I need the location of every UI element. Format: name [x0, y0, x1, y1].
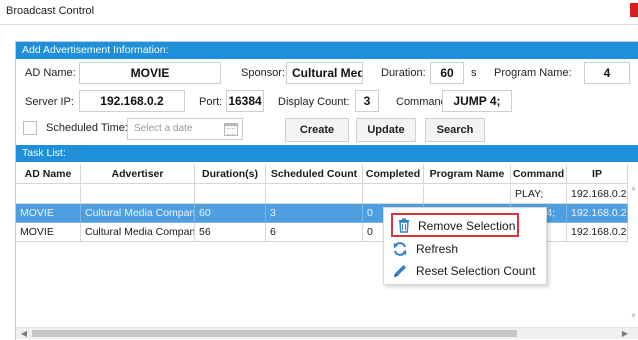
column-header[interactable]: Duration(s) — [195, 165, 266, 184]
duration-label: Duration: — [381, 67, 426, 79]
scroll-left-icon[interactable]: ◀ — [18, 328, 30, 340]
title-divider — [0, 24, 638, 25]
ad-name-input[interactable]: MOVIE — [79, 62, 221, 84]
table-cell: 60 — [195, 204, 266, 223]
scroll-up-icon[interactable]: ▲ — [628, 185, 638, 192]
table-cell — [195, 185, 266, 204]
column-header[interactable]: Advertiser — [81, 165, 195, 184]
table-cell: 3 — [266, 204, 363, 223]
context-menu: Remove Selection Refresh Reset Selection… — [383, 207, 547, 285]
scheduled-date-picker[interactable]: Select a date — [127, 118, 243, 140]
table-cell: MOVIE — [16, 204, 81, 223]
reset-selection-count-menu-item[interactable]: Reset Selection Count — [384, 260, 548, 282]
port-input[interactable]: 16384 — [226, 90, 264, 112]
ad-name-label: AD Name: — [25, 67, 76, 79]
display-count-label: Display Count: — [278, 96, 350, 108]
vertical-scrollbar[interactable]: ▲ ▼ — [628, 185, 638, 325]
table-cell — [363, 185, 424, 204]
column-header[interactable]: Scheduled Count — [266, 165, 363, 184]
table-cell: MOVIE — [16, 223, 81, 242]
table-cell: Cultural Media Company — [81, 204, 195, 223]
remove-selection-menu-item[interactable]: Remove Selection — [391, 213, 519, 237]
date-placeholder: Select a date — [134, 123, 193, 134]
table-row[interactable]: PLAY; 192.168.0.2 — [16, 185, 638, 204]
horizontal-scrollbar[interactable]: ◀ ▶ — [16, 327, 638, 339]
search-button[interactable]: Search — [425, 118, 485, 142]
scroll-down-icon[interactable]: ▼ — [628, 313, 638, 320]
menu-item-label: Remove Selection — [418, 219, 516, 233]
sponsor-label: Sponsor: — [241, 67, 286, 79]
update-button[interactable]: Update — [356, 118, 416, 142]
refresh-menu-item[interactable]: Refresh — [384, 238, 548, 260]
window-title: Broadcast Control — [6, 5, 95, 17]
column-header[interactable]: IP — [567, 165, 628, 184]
sponsor-input[interactable]: Cultural Media — [286, 62, 363, 84]
task-list-section-header: Task List: — [16, 145, 638, 162]
server-ip-label: Server IP: — [25, 96, 74, 108]
table-cell: PLAY; — [511, 185, 567, 204]
table-cell — [424, 185, 511, 204]
column-header[interactable]: Command — [511, 165, 567, 184]
menu-item-label: Refresh — [416, 242, 459, 256]
column-header[interactable]: Program Name — [424, 165, 511, 184]
table-cell — [16, 185, 81, 204]
refresh-icon — [393, 242, 407, 256]
table-header-row: AD Name Advertiser Duration(s) Scheduled… — [16, 165, 638, 184]
scheduled-time-label: Scheduled Time: — [46, 122, 128, 134]
pencil-icon — [394, 265, 406, 277]
scheduled-time-checkbox[interactable] — [23, 121, 37, 135]
broadcast-panel: Add Advertisement Information: AD Name: … — [15, 41, 638, 340]
table-cell — [81, 185, 195, 204]
scroll-thumb[interactable] — [32, 330, 517, 337]
ad-info-section-header: Add Advertisement Information: — [16, 42, 638, 59]
duration-unit: s — [471, 67, 477, 79]
create-button[interactable]: Create — [285, 118, 349, 142]
table-cell: 192.168.0.2 — [567, 204, 628, 223]
table-cell: Cultural Media Company — [81, 223, 195, 242]
program-name-label: Program Name: — [494, 67, 572, 79]
column-header[interactable]: AD Name — [16, 165, 81, 184]
table-cell: 56 — [195, 223, 266, 242]
duration-input[interactable]: 60 — [430, 62, 464, 84]
trash-icon — [399, 218, 409, 233]
menu-item-label: Reset Selection Count — [416, 264, 536, 278]
table-cell: 6 — [266, 223, 363, 242]
table-cell: 192.168.0.2 — [567, 223, 628, 242]
server-ip-input[interactable]: 192.168.0.2 — [79, 90, 185, 112]
calendar-icon[interactable] — [224, 123, 238, 136]
command-input[interactable]: JUMP 4; — [442, 90, 512, 112]
table-cell: 192.168.0.2 — [567, 185, 628, 204]
display-count-input[interactable]: 3 — [355, 90, 379, 112]
column-header[interactable]: Completed — [363, 165, 424, 184]
scroll-right-icon[interactable]: ▶ — [619, 328, 631, 340]
close-icon[interactable] — [630, 3, 638, 17]
program-name-input[interactable]: 4 — [584, 62, 630, 84]
port-label: Port: — [199, 96, 223, 108]
table-cell — [266, 185, 363, 204]
